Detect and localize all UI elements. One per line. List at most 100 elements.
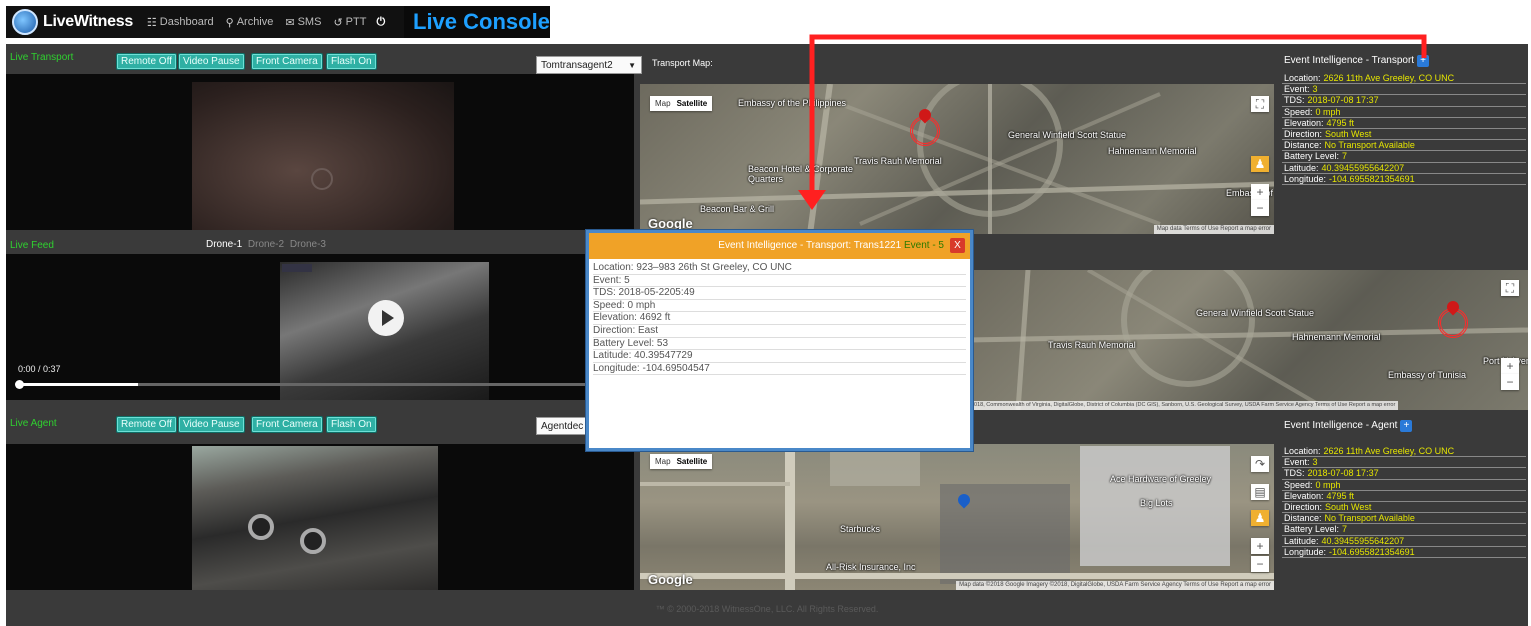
info-value: 40.39455955642207 [1321, 535, 1405, 546]
info-key: Longitude: [1284, 173, 1327, 184]
video-scrubber-handle[interactable] [15, 380, 24, 389]
info-key: Direction: [1284, 128, 1323, 139]
transport-location-marker-icon[interactable] [1438, 298, 1468, 338]
info-key: Battery Level: [1284, 524, 1340, 535]
popup-row: Direction: East [593, 325, 966, 338]
nav-dashboard[interactable]: ☷ Dashboard [147, 16, 214, 29]
info-value: No Transport Available [1324, 140, 1415, 151]
transport-flash-on-button[interactable]: Flash On [326, 53, 377, 70]
map-type-map[interactable]: Map [655, 457, 671, 466]
rotate-icon[interactable]: ↷ [1251, 456, 1269, 472]
map-label: General Winfield Scott Statue [1008, 130, 1127, 140]
agent-info-table: Location: 2626 11th Ave Greeley, CO UNC Ev… [1282, 446, 1526, 558]
map-type-satellite[interactable]: Satellite [677, 457, 708, 466]
agent-video[interactable] [6, 444, 634, 590]
map-label: Embassy of Tunisia [1388, 370, 1467, 380]
info-row: Longitude: -104.6955821354691 [1282, 174, 1526, 185]
info-row: Distance: No Transport Available [1282, 513, 1526, 525]
zoom-in-button[interactable]: + [1251, 538, 1269, 554]
fullscreen-icon[interactable]: ⛶ [1501, 280, 1519, 296]
info-value: 2018-07-08 17:37 [1307, 468, 1379, 479]
zoom-out-button[interactable]: − [1501, 374, 1519, 390]
power-button[interactable]: ⏻ [376, 16, 385, 29]
fullscreen-icon[interactable]: ⛶ [1251, 96, 1269, 112]
info-key: Speed: [1284, 479, 1313, 490]
agent-remote-off-button[interactable]: Remote Off [116, 416, 177, 433]
map-type-toggle[interactable]: Map Satellite [650, 96, 713, 111]
map-attribution[interactable]: Map data Terms of Use Report a map error [1153, 225, 1274, 234]
transport-map-label: Transport Map: [652, 58, 713, 68]
transport-map[interactable]: Map Satellite Embassy of the Philippines … [640, 84, 1274, 234]
info-key: TDS: [1284, 468, 1305, 479]
google-logo: Google [648, 572, 693, 587]
feed-map[interactable]: General Winfield Scott Statue Hahnemann … [968, 270, 1528, 410]
zoom-out-button[interactable]: − [1251, 556, 1269, 572]
info-row: Latitude: 40.39455955642207 [1282, 536, 1526, 547]
transport-location-marker-icon[interactable] [910, 106, 940, 146]
map-type-map[interactable]: Map [655, 99, 671, 108]
expand-transport-info-button[interactable]: + [1417, 55, 1430, 67]
pegman-icon[interactable]: ♟ [1251, 510, 1269, 526]
map-label: Beacon Hotel & Corporate Quarters [748, 164, 854, 184]
agent-select-value: Agentdec [541, 421, 584, 432]
map-attribution[interactable]: Map data ©2018 Google Imagery ©2018, Dig… [956, 581, 1274, 590]
transport-video-pause-button[interactable]: Video Pause [178, 53, 245, 70]
info-row: Longitude: -104.6955821354691 [1282, 547, 1526, 558]
chevron-down-icon: ▼ [628, 61, 636, 70]
agent-front-camera-button[interactable]: Front Camera [251, 416, 323, 433]
nav-sms-label: SMS [297, 16, 322, 28]
tilt-icon[interactable]: ▤ [1251, 484, 1269, 500]
agent-flash-on-button[interactable]: Flash On [326, 416, 377, 433]
agent-map[interactable]: Map Satellite Ace Hardware of Greeley Big… [640, 444, 1274, 590]
map-label: Embassy of the Philippines [738, 98, 847, 108]
info-value: 40.39455955642207 [1321, 162, 1405, 173]
zoom-in-button[interactable]: + [1251, 184, 1269, 200]
close-button[interactable]: X [950, 238, 965, 253]
info-key: Latitude: [1284, 162, 1319, 173]
map-label: Big Lots [1140, 498, 1173, 508]
info-key: Longitude: [1284, 546, 1327, 557]
tab-drone-1[interactable]: Drone-1 [206, 239, 242, 250]
map-attribution[interactable]: 2018, Commonwealth of Virginia, DigitalG… [968, 401, 1399, 410]
popup-row: Event: 5 [593, 275, 966, 288]
info-key: Elevation: [1284, 490, 1324, 501]
transport-front-camera-button[interactable]: Front Camera [251, 53, 323, 70]
popup-header[interactable]: Event Intelligence - Transport: Trans122… [589, 233, 970, 259]
sms-icon: ✉ [285, 16, 295, 29]
transport-video[interactable] [6, 74, 634, 230]
map-type-satellite[interactable]: Satellite [677, 99, 708, 108]
tab-drone-3[interactable]: Drone-3 [290, 239, 326, 250]
info-row: Location: 2626 11th Ave Greeley, CO UNC [1282, 446, 1526, 458]
info-value: 4795 ft [1326, 490, 1355, 501]
tab-drone-2[interactable]: Drone-2 [248, 239, 284, 250]
nav-archive[interactable]: ⚲ Archive [226, 16, 274, 29]
page-title: Live Console [404, 6, 550, 38]
play-button[interactable] [368, 300, 404, 336]
zoom-out-button[interactable]: − [1251, 200, 1269, 216]
expand-agent-info-button[interactable]: + [1400, 420, 1413, 432]
zoom-in-button[interactable]: + [1501, 358, 1519, 374]
agent-select[interactable]: Agentdec [536, 417, 592, 435]
event-intelligence-popup[interactable]: Event Intelligence - Transport: Trans122… [585, 229, 974, 452]
popup-row: Location: 923–983 26th St Greeley, CO UN… [593, 262, 966, 275]
map-label: Travis Rauh Memorial [854, 156, 942, 166]
transport-agent-select[interactable]: Tomtransagent2 ▼ [536, 56, 642, 74]
map-label: Travis Rauh Memorial [1048, 340, 1136, 350]
transport-info-title-text: Event Intelligence - Transport [1284, 55, 1415, 66]
info-value: 3 [1312, 457, 1318, 468]
transport-info-title: Event Intelligence - Transport + [1284, 55, 1430, 67]
agent-video-pause-button[interactable]: Video Pause [178, 416, 245, 433]
nav-sms[interactable]: ✉ SMS [285, 16, 321, 29]
transport-remote-off-button[interactable]: Remote Off [116, 53, 177, 70]
live-agent-label: Live Agent [10, 418, 57, 429]
drone-video-player[interactable]: 0:00 / 0:37 [6, 254, 634, 400]
map-type-toggle[interactable]: Map Satellite [650, 454, 713, 469]
video-progress-track[interactable] [15, 380, 622, 389]
info-value: 7 [1342, 151, 1348, 162]
info-row: Elevation: 4795 ft [1282, 118, 1526, 129]
info-key: Latitude: [1284, 535, 1319, 546]
pegman-icon[interactable]: ♟ [1251, 156, 1269, 172]
nav-ptt[interactable]: ↺ PTT [333, 16, 366, 29]
car-vent-left [248, 514, 274, 540]
info-key: Event: [1284, 84, 1310, 95]
